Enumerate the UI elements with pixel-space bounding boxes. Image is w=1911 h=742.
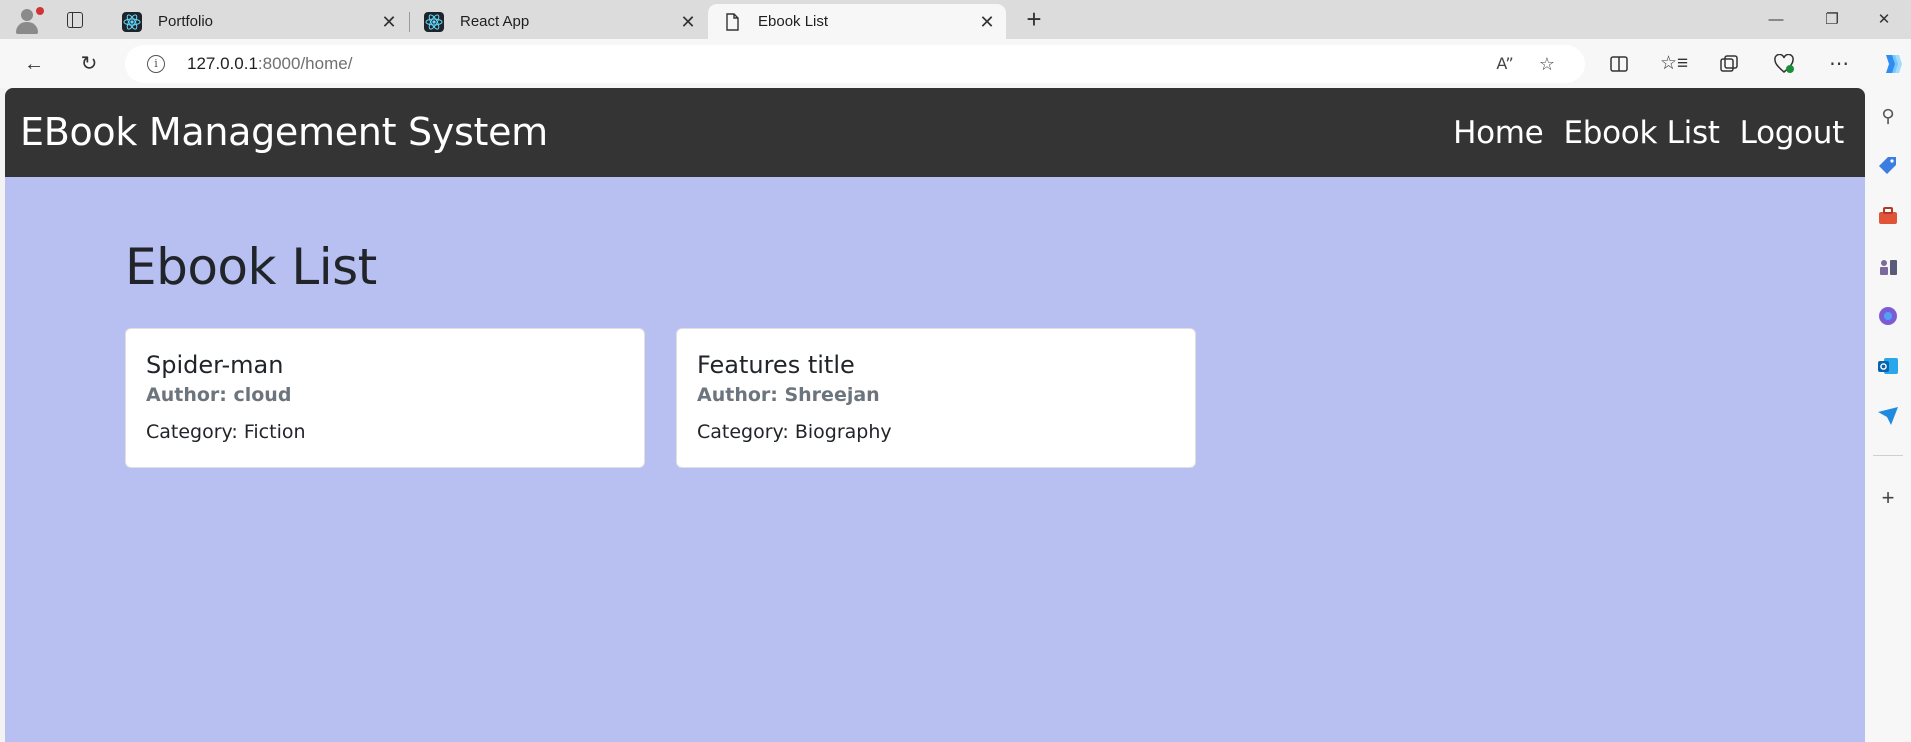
profile-avatar-icon[interactable] xyxy=(12,6,44,36)
page-viewport: EBook Management System Home Ebook List … xyxy=(5,88,1865,742)
collections-icon[interactable] xyxy=(1713,48,1745,80)
minimize-icon[interactable]: — xyxy=(1748,0,1804,39)
add-icon[interactable]: + xyxy=(1876,486,1900,510)
nav-ebook-list-link[interactable]: Ebook List xyxy=(1563,115,1720,151)
ebook-title: Features title xyxy=(697,351,855,379)
tab-portfolio[interactable]: Portfolio ✕ xyxy=(108,4,410,39)
address-bar[interactable]: i 127.0.0.1:8000/home/ A” ☆ xyxy=(125,45,1585,83)
tab-ebook-list[interactable]: Ebook List ✕ xyxy=(708,4,1006,39)
ebook-author: Author: cloud xyxy=(146,384,292,406)
url-text[interactable]: 127.0.0.1:8000/home/ xyxy=(187,45,352,83)
tab-actions-icon[interactable] xyxy=(64,9,86,31)
close-tab-icon[interactable]: ✕ xyxy=(677,11,699,33)
ebook-category: Category: Biography xyxy=(697,421,892,443)
ebook-category: Category: Fiction xyxy=(146,421,306,443)
close-tab-icon[interactable]: ✕ xyxy=(378,11,400,33)
nav-links: Home Ebook List Logout xyxy=(1453,88,1844,177)
tab-title: React App xyxy=(460,13,530,30)
window-close-icon[interactable]: ✕ xyxy=(1856,0,1911,39)
tab-react-app[interactable]: React App ✕ xyxy=(410,4,707,39)
copilot-apps-icon[interactable] xyxy=(1876,304,1900,328)
toolbox-icon[interactable] xyxy=(1876,204,1900,228)
favorite-star-icon[interactable]: ☆ xyxy=(1535,52,1559,76)
tag-icon[interactable] xyxy=(1876,154,1900,178)
ebook-author: Author: Shreejan xyxy=(697,384,880,406)
send-icon[interactable] xyxy=(1876,404,1900,428)
tab-title: Portfolio xyxy=(158,13,214,30)
browser-toolbar: ← ↻ i 127.0.0.1:8000/home/ A” ☆ ☆≡ ⋯ xyxy=(0,39,1911,88)
page-icon xyxy=(726,12,739,31)
search-icon[interactable]: ⚲ xyxy=(1876,104,1900,128)
ebook-title: Spider-man xyxy=(146,351,284,379)
brand-title[interactable]: EBook Management System xyxy=(20,88,548,177)
page-title: Ebook List xyxy=(125,238,377,296)
tab-title: Ebook List xyxy=(758,13,829,30)
nav-logout-link[interactable]: Logout xyxy=(1740,115,1845,151)
back-icon[interactable]: ← xyxy=(18,48,50,80)
ebook-card: Features title Author: Shreejan Category… xyxy=(676,328,1196,468)
reload-icon[interactable]: ↻ xyxy=(73,48,105,80)
outlook-icon[interactable] xyxy=(1876,354,1900,378)
chess-icon[interactable] xyxy=(1876,254,1900,278)
site-navbar: EBook Management System Home Ebook List … xyxy=(5,88,1865,177)
ebook-card-list: Spider-man Author: cloud Category: Ficti… xyxy=(125,328,1196,468)
url-host: 127.0.0.1 xyxy=(187,54,258,73)
restore-icon[interactable]: ❐ xyxy=(1804,0,1860,39)
split-screen-icon[interactable] xyxy=(1603,48,1635,80)
new-tab-icon[interactable]: + xyxy=(1020,6,1048,34)
browser-essentials-icon[interactable] xyxy=(1768,48,1800,80)
nav-home-link[interactable]: Home xyxy=(1453,115,1544,151)
favorites-icon[interactable]: ☆≡ xyxy=(1658,48,1690,80)
more-options-icon[interactable]: ⋯ xyxy=(1823,48,1855,80)
url-path: :8000/home/ xyxy=(257,54,353,73)
site-info-icon[interactable]: i xyxy=(147,55,165,73)
browser-tab-strip: Portfolio ✕ React App ✕ Ebook List ✕ + —… xyxy=(0,0,1911,39)
ebook-card: Spider-man Author: cloud Category: Ficti… xyxy=(125,328,645,468)
react-icon xyxy=(424,11,444,32)
read-aloud-icon[interactable]: A” xyxy=(1493,52,1517,76)
notification-dot xyxy=(36,7,44,15)
copilot-icon[interactable] xyxy=(1876,48,1908,80)
edge-sidebar: ⚲ + xyxy=(1865,88,1911,742)
react-icon xyxy=(122,11,142,32)
close-tab-icon[interactable]: ✕ xyxy=(976,11,998,33)
